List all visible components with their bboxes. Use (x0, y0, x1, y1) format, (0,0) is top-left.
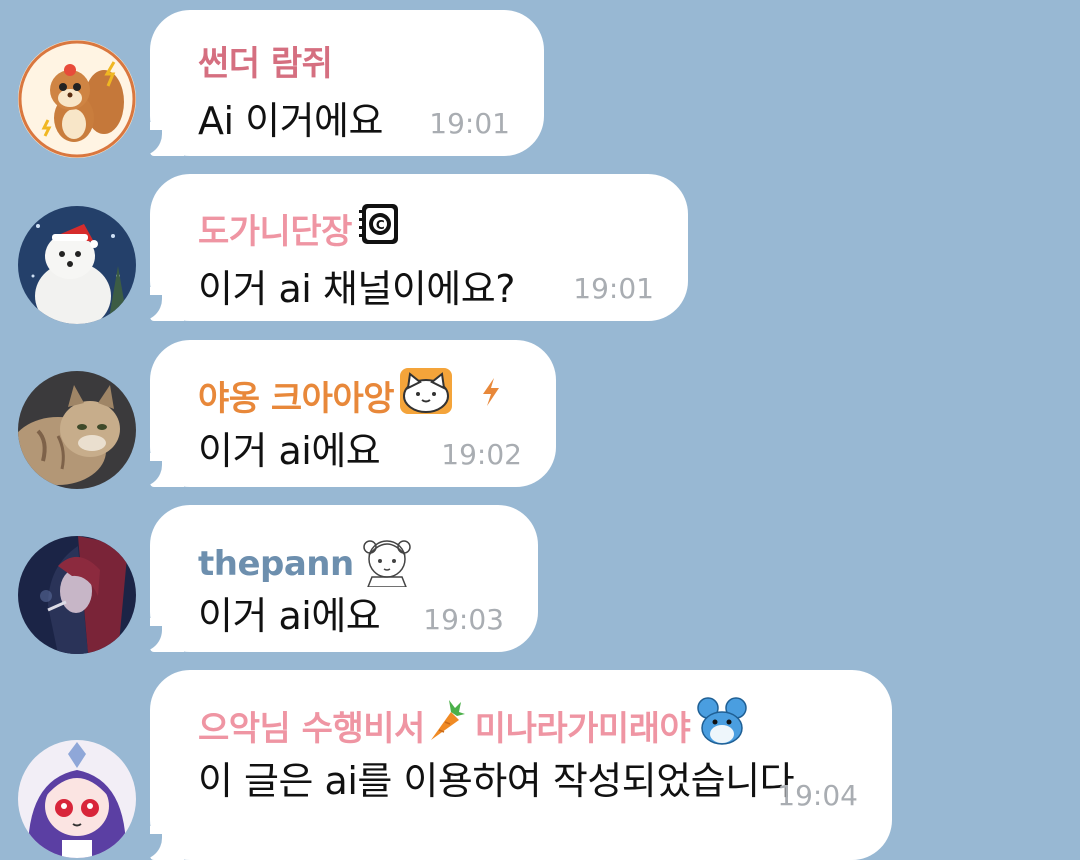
message-text: 이 글은 ai를 이용하여 작성되었습니다 (198, 759, 795, 803)
message-bubble[interactable]: 으악님 수행비서 미나라가미래야 이 글은 ai를 이용하여 작성되었습니다 1… (136, 670, 892, 860)
sender-suffix: 미나라가미래야 (474, 709, 691, 749)
message-bubble[interactable]: 야옹 크아아앙 이거 ai에요 19:02 (136, 340, 556, 487)
sender-name[interactable]: 으악님 수행비서 미나라가미래야 (198, 696, 750, 755)
sender-label[interactable]: 으악님 수행비서 (198, 701, 425, 750)
timestamp: 19:01 (573, 272, 654, 305)
svg-text:C: C (376, 218, 385, 232)
message-text: 이거 ai에요 (198, 429, 381, 473)
lightning-icon (480, 376, 502, 416)
anime-chibi-avatar[interactable] (18, 740, 136, 858)
message-bubble[interactable]: 썬더 람쥐 Ai 이거에요 19:01 (136, 10, 544, 156)
message-bubble[interactable]: thepann 이거 ai에요 19:03 (136, 505, 538, 652)
message-text: 이거 ai 채널이에요? (198, 267, 515, 311)
sender-name[interactable]: 야옹 크아아앙 (198, 366, 502, 425)
timestamp: 19:04 (777, 779, 858, 812)
squirrel-avatar[interactable] (18, 40, 136, 158)
timestamp: 19:02 (441, 438, 522, 471)
sender-label[interactable]: 도가니단장 (198, 204, 352, 253)
sender-name[interactable]: 썬더 람쥐 (198, 36, 333, 85)
message-bubble[interactable]: 도가니단장 C 이거 ai 채널이에요? 19:01 (136, 174, 688, 321)
carrot-icon (425, 698, 465, 753)
message-text: Ai 이거에요 (198, 99, 383, 143)
cat-photo-avatar[interactable] (18, 371, 136, 489)
white-dog-avatar[interactable] (18, 206, 136, 324)
coin-notebook-icon: C (356, 200, 404, 257)
sender-label[interactable]: 썬더 람쥐 (198, 36, 333, 85)
timestamp: 19:03 (423, 603, 504, 636)
sender-name[interactable]: 도가니단장 C (198, 200, 404, 257)
sender-label[interactable]: thepann (198, 544, 354, 584)
message-text: 이거 ai에요 (198, 594, 381, 638)
timestamp: 19:01 (429, 107, 510, 140)
blue-mouse-icon (694, 696, 750, 755)
anime-girl-avatar[interactable] (18, 536, 136, 654)
cat-face-icon (398, 366, 454, 425)
sender-label[interactable]: 야옹 크아아앙 (198, 371, 395, 420)
